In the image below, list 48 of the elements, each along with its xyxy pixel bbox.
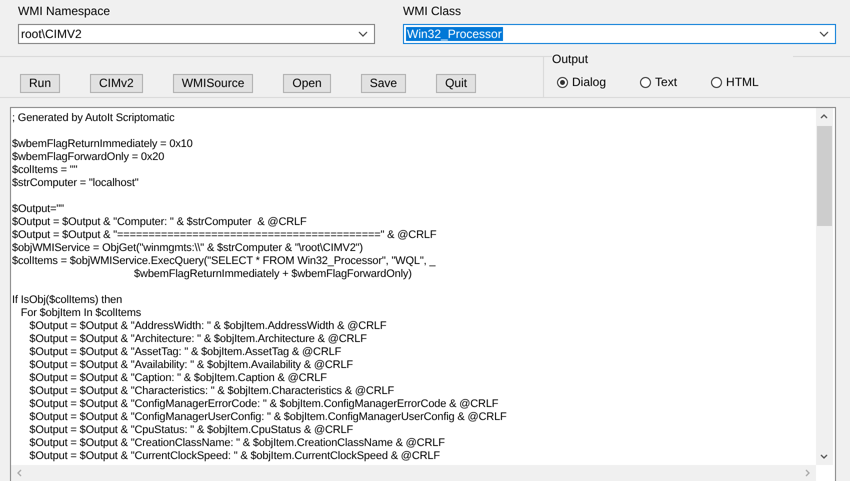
- code-line: $Output = $Output & "Computer: " & $strComputer & @CRLF: [12, 216, 307, 229]
- code-line: If IsObj($colItems) then: [12, 294, 122, 307]
- code-line: $Output="": [12, 203, 64, 216]
- code-line: $Output = $Output & "ConfigManagerUserConfig: " & $objItem.ConfigManagerUserConfig & @CRLF: [28, 411, 507, 424]
- toolbar-button[interactable]: Save: [360, 74, 406, 92]
- output-radio[interactable]: Text: [640, 75, 678, 89]
- radio-circle[interactable]: [557, 76, 568, 88]
- code-editor[interactable]: [10, 107, 836, 481]
- code-line: $Output = $Output & "Characteristics: " & $objItem.Characteristics & @CRLF: [28, 385, 394, 398]
- code-line: $Output = $Output & "AddressWidth: " & $objItem.AddressWidth & @CRLF: [28, 320, 386, 333]
- code-line: $Output = $Output & "Availability: " & $objItem.Availability & @CRLF: [28, 359, 353, 372]
- chevron-down-icon[interactable]: [820, 454, 828, 459]
- code-line: $Output = $Output & "CreationClassName: " & $objItem.CreationClassName & @CRLF: [28, 437, 445, 450]
- toolbar-button[interactable]: Quit: [436, 74, 476, 92]
- code-line: $wbemFlagForwardOnly = 0x20: [12, 151, 164, 164]
- chevron-down-icon: [819, 31, 829, 37]
- code-line: $Output = $Output & "AssetTag: " & $objItem.AssetTag & @CRLF: [28, 346, 342, 359]
- vertical-scrollbar[interactable]: [816, 108, 833, 465]
- code-line: For $objItem In $colItems: [20, 307, 142, 320]
- scroll-thumb[interactable]: [817, 126, 832, 226]
- group-label: Output: [552, 52, 793, 66]
- namespace-dropdown[interactable]: root\CIMV2: [18, 24, 375, 44]
- code-line: $Output = $Output & "==========================================" & @CRLF: [12, 229, 436, 242]
- toolbar-button[interactable]: Run: [20, 74, 60, 92]
- code-line: $Output = $Output & "CpuStatus: " & $objItem.CpuStatus & @CRLF: [28, 424, 354, 437]
- toolbar-button[interactable]: Open: [283, 74, 331, 92]
- output-radio[interactable]: Dialog: [557, 75, 606, 89]
- code-line: $wbemFlagReturnImmediately + $wbemFlagForwardOnly): [133, 268, 412, 281]
- toolbar-button[interactable]: WMISource: [172, 74, 254, 92]
- code-line: $strComputer = "localhost": [12, 177, 138, 190]
- code-line: $colItems = "": [12, 164, 78, 177]
- chevron-down-icon: [358, 31, 368, 37]
- code-line: $Output = $Output & "CurrentClockSpeed: " & $objItem.CurrentClockSpeed & @CRLF: [28, 450, 440, 463]
- class-dropdown[interactable]: Win32_Processor: [403, 24, 836, 44]
- code-line: $colItems = $objWMIService.ExecQuery("SELECT * FROM Win32_Processor", "WQL", _: [12, 255, 436, 268]
- code-line: $Output = $Output & "Caption: " & $objItem.Caption & @CRLF: [28, 372, 327, 385]
- field-label: WMI Namespace: [18, 3, 112, 18]
- code-line: ; Generated by AutoIt Scriptomatic: [12, 112, 174, 125]
- output-radio[interactable]: HTML: [711, 75, 759, 89]
- radio-circle[interactable]: [640, 76, 652, 88]
- code-line: $wbemFlagReturnImmediately = 0x10: [12, 138, 193, 151]
- code-line: $objWMIService = ObjGet("winmgmts:\\" & $strComputer & "\root\CIMV2"): [12, 242, 363, 255]
- code-line: $Output = $Output & "Architecture: " & $objItem.Architecture & @CRLF: [28, 333, 367, 346]
- chevron-up-icon[interactable]: [820, 114, 828, 119]
- code-line: $Output = $Output & "ConfigManagerErrorCode: " & $objItem.ConfigManagerErrorCode & @CRLF: [28, 398, 498, 411]
- toolbar-button[interactable]: CIMv2: [90, 74, 143, 92]
- radio-circle[interactable]: [711, 76, 722, 88]
- field-label: WMI Class: [403, 3, 462, 18]
